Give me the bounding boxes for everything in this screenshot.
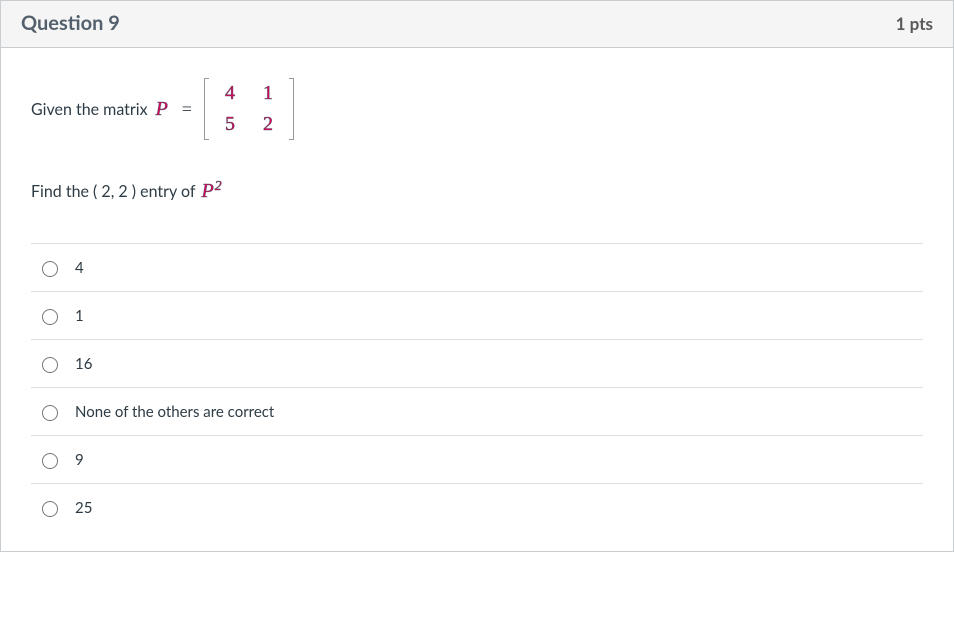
question-title: Question 9 [21, 11, 120, 35]
answer-label: 16 [75, 355, 92, 373]
matrix-table: 4 1 5 2 [211, 78, 287, 140]
answer-label: 1 [75, 307, 84, 325]
answer-label: 25 [75, 499, 92, 517]
matrix-cell-1-1: 4 [211, 78, 249, 109]
matrix-cell-2-2: 2 [249, 109, 287, 140]
given-matrix-line: Given the matrix P = 4 1 5 2 [31, 78, 923, 140]
answer-radio[interactable] [42, 357, 58, 373]
question-body: Given the matrix P = 4 1 5 2 [1, 48, 953, 551]
matrix-cell-1-2: 1 [249, 78, 287, 109]
answers-list: 4 1 16 None of the others are correct 9 … [31, 243, 923, 531]
matrix-bracket-right [289, 78, 294, 140]
answer-radio[interactable] [42, 405, 58, 421]
question-points: 1 pts [896, 13, 933, 34]
find-entry-line: Find the ( 2, 2 ) entry of P [31, 180, 923, 203]
answer-radio[interactable] [42, 261, 58, 277]
matrix-cell-2-1: 5 [211, 109, 249, 140]
variable-p: P [154, 98, 170, 121]
answer-radio[interactable] [42, 453, 58, 469]
question-header: Question 9 1 pts [1, 1, 953, 48]
answer-label: 9 [75, 451, 84, 469]
answer-radio[interactable] [42, 501, 58, 517]
answer-option[interactable]: 4 [31, 243, 923, 291]
matrix-bracket-left [204, 78, 209, 140]
matrix-p: 4 1 5 2 [204, 78, 294, 140]
variable-p-squared: P [199, 180, 222, 203]
answer-option[interactable]: 9 [31, 435, 923, 483]
answer-option[interactable]: 25 [31, 483, 923, 531]
answer-radio[interactable] [42, 309, 58, 325]
question-card: Question 9 1 pts Given the matrix P = 4 … [0, 0, 954, 552]
answer-label: None of the others are correct [75, 403, 274, 421]
equals-sign: = [176, 99, 198, 120]
answer-option[interactable]: None of the others are correct [31, 387, 923, 435]
given-text: Given the matrix [31, 100, 148, 119]
answer-option[interactable]: 16 [31, 339, 923, 387]
answer-option[interactable]: 1 [31, 291, 923, 339]
answer-label: 4 [75, 259, 84, 277]
find-text: Find the ( 2, 2 ) entry of [31, 182, 195, 201]
